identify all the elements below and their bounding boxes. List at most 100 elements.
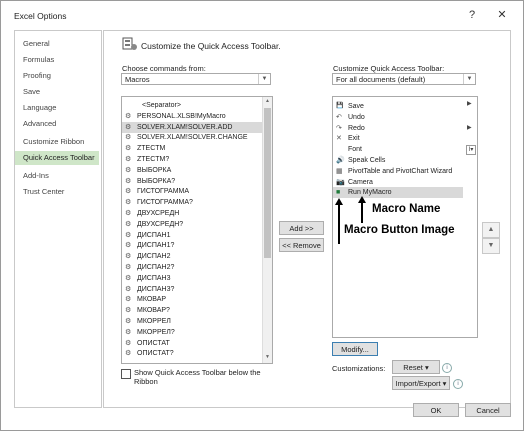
- command-label: ДИСПАН2?: [137, 264, 175, 271]
- command-list-item[interactable]: ⚙ SOLVER.XLAM!SOLVER.CHANGE: [122, 132, 262, 143]
- close-button[interactable]: ✕: [493, 7, 511, 23]
- macro-name-annotation: Macro Name: [372, 203, 441, 215]
- command-list-item[interactable]: ⚙ ДИСПАН1?: [122, 240, 262, 251]
- choose-commands-dropdown[interactable]: Macros ▼: [121, 73, 271, 85]
- command-list-item[interactable]: ⚙ МКОВАР?: [122, 305, 262, 316]
- command-list-item[interactable]: ⚙ ДИСПАН3?: [122, 284, 262, 295]
- show-below-ribbon-checkbox[interactable]: [121, 369, 131, 379]
- scroll-down-icon[interactable]: ▼: [263, 353, 272, 362]
- command-label: МКОРРЕЛ: [137, 318, 171, 325]
- modify-button[interactable]: Modify...: [332, 342, 378, 356]
- macro-icon: ⚙: [125, 210, 132, 217]
- qat-item-label: Undo: [348, 113, 365, 121]
- customize-qat-label: Customize Quick Access Toolbar:: [333, 64, 445, 73]
- qat-items-list[interactable]: ■ Run MyMacro 📷 Camera ▦ PivotTable and Pivot…: [332, 96, 478, 338]
- sidebar-item-save[interactable]: Save: [15, 85, 99, 99]
- customize-qat-value: For all documents (default): [336, 75, 426, 84]
- macro-icon: ⚙: [125, 156, 132, 163]
- command-label: МКОРРЕЛ?: [137, 328, 175, 336]
- qat-list-item[interactable]: ■ Run MyMacro: [333, 187, 463, 199]
- font-expand-icon[interactable]: I▾: [466, 145, 476, 155]
- command-label: МКОВАР?: [137, 307, 170, 315]
- command-list-item[interactable]: <Separator>: [122, 100, 262, 111]
- sidebar-item-general[interactable]: General: [15, 37, 99, 51]
- command-label: SOLVER.XLAM!SOLVER.CHANGE: [137, 134, 248, 142]
- command-list-item[interactable]: ⚙ SOLVER.XLAM!SOLVER.ADD: [122, 121, 262, 133]
- sidebar-item-formulas[interactable]: Formulas: [15, 53, 99, 67]
- choose-commands-label: Choose commands from:: [122, 64, 206, 73]
- qat-list-item[interactable]: 🔊 Speak Cells: [333, 155, 463, 166]
- quick-access-toolbar-icon: [122, 37, 137, 50]
- camera-icon: 📷: [336, 178, 345, 186]
- sidebar-item-proofing[interactable]: Proofing: [15, 69, 99, 83]
- cancel-button[interactable]: Cancel: [465, 403, 511, 417]
- info-icon: i: [442, 363, 452, 373]
- font-icon: [336, 146, 344, 153]
- command-label: МКОВАР: [137, 296, 167, 304]
- list-expand-arrow-icon[interactable]: ▶: [467, 100, 472, 107]
- info-icon: i: [453, 379, 463, 389]
- command-list-item[interactable]: ⚙ ДВУХСРЕДН?: [122, 219, 262, 230]
- customize-qat-dropdown[interactable]: For all documents (default) ▼: [332, 73, 476, 85]
- command-label: ГИСТОГРАММА: [137, 188, 190, 196]
- list-expand-arrow-icon[interactable]: ▶: [467, 124, 472, 131]
- command-list-item[interactable]: ⚙ ZTECTM?: [122, 154, 262, 165]
- command-list-item[interactable]: ⚙ МКОРРЕЛ?: [122, 327, 262, 338]
- macro-icon: ⚙: [125, 199, 132, 207]
- macro-icon: ⚙: [125, 145, 132, 153]
- command-list-item[interactable]: ⚙ ДИСПАН2: [122, 251, 262, 262]
- show-below-ribbon-label: Show Quick Access Toolbar below the Ribb…: [134, 368, 261, 386]
- qat-list-item[interactable]: ✕ Exit: [333, 133, 463, 144]
- speak-cells-icon: 🔊: [336, 157, 345, 164]
- commands-scrollbar[interactable]: ▲ ▼: [262, 97, 272, 363]
- sidebar-item-advanced[interactable]: Advanced: [15, 117, 99, 131]
- remove-button[interactable]: << Remove: [279, 238, 324, 252]
- move-down-button[interactable]: ▼: [482, 238, 500, 254]
- qat-list-item[interactable]: ↶ Undo: [333, 112, 463, 123]
- qat-list-item[interactable]: 💾 Save: [333, 101, 463, 112]
- command-label: ВЫБОРКА?: [137, 177, 176, 185]
- sidebar-item-customize-ribbon[interactable]: Customize Ribbon: [15, 135, 99, 149]
- command-label: ОПИСТАТ: [137, 339, 170, 347]
- sidebar-item-add-ins[interactable]: Add-Ins: [15, 169, 99, 183]
- qat-list-item[interactable]: ↷ Redo: [333, 123, 463, 134]
- command-list-item[interactable]: ⚙ МКОРРЕЛ: [122, 316, 262, 327]
- scroll-thumb[interactable]: [264, 108, 271, 258]
- sidebar-item-trust-center[interactable]: Trust Center: [15, 185, 99, 199]
- command-list-item[interactable]: ⚙ ГИСТОГРАММА?: [122, 197, 262, 208]
- command-list-item[interactable]: ⚙ ВЫБОРКА?: [122, 176, 262, 187]
- command-list-item[interactable]: ⚙ ДИСПАН1: [122, 230, 262, 241]
- macro-button-image-annotation: Macro Button Image: [344, 224, 455, 236]
- command-list-item[interactable]: ⚙ МКОВАР: [122, 294, 262, 305]
- command-list-item[interactable]: ⚙ ДВУХСРЕДН: [122, 208, 262, 219]
- command-list-item[interactable]: ⚙ ОПИСТАТ?: [122, 348, 262, 359]
- command-label: ДИСПАН1: [137, 231, 171, 239]
- macro-icon: ⚙: [125, 134, 132, 142]
- help-button[interactable]: ?: [463, 7, 481, 23]
- scroll-up-icon[interactable]: ▲: [263, 97, 272, 106]
- add-button[interactable]: Add >>: [279, 221, 324, 235]
- command-list-item[interactable]: ⚙ ОПИСТАТ: [122, 338, 262, 349]
- command-label: ZTECTM?: [137, 156, 170, 163]
- command-list-item[interactable]: ⚙ ГИСТОГРАММА: [122, 186, 262, 197]
- import-export-button[interactable]: Import/Export ▾: [392, 376, 450, 390]
- ok-button[interactable]: OK: [413, 403, 459, 417]
- command-list-item[interactable]: ⚙ ВЫБОРКА: [122, 165, 262, 176]
- dialog-title: Excel Options: [14, 11, 67, 21]
- macro-icon: ⚙: [125, 123, 132, 131]
- qat-list-item[interactable]: ▦ PivotTable and PivotChart Wizard: [333, 166, 463, 177]
- command-list-item[interactable]: ⚙ ДИСПАН2?: [122, 262, 262, 273]
- command-list-item[interactable]: ⚙ ZTECTM: [122, 143, 262, 154]
- macro-name-arrowhead: [358, 196, 366, 203]
- qat-list-item[interactable]: Font: [333, 144, 463, 155]
- qat-list-item[interactable]: 📷 Camera: [333, 177, 463, 188]
- command-label: ДВУХСРЕДН: [137, 210, 180, 217]
- reset-button[interactable]: Reset ▾: [392, 360, 440, 374]
- sidebar-item-quick-access-toolbar[interactable]: Quick Access Toolbar: [15, 151, 99, 165]
- command-list-item[interactable]: ⚙ ДИСПАН3: [122, 273, 262, 284]
- sidebar-item-language[interactable]: Language: [15, 101, 99, 115]
- move-up-button[interactable]: ▲: [482, 222, 500, 238]
- commands-list[interactable]: ⚙ ОПИСТАТ? ⚙ ОПИСТАТ ⚙ МКОРРЕЛ? ⚙ МКОРРЕЛ ⚙ МКОВА…: [121, 96, 273, 364]
- command-list-item[interactable]: ⚙ PERSONAL.XLSB!MyMacro: [122, 111, 262, 122]
- macro-icon: ⚙: [125, 264, 132, 271]
